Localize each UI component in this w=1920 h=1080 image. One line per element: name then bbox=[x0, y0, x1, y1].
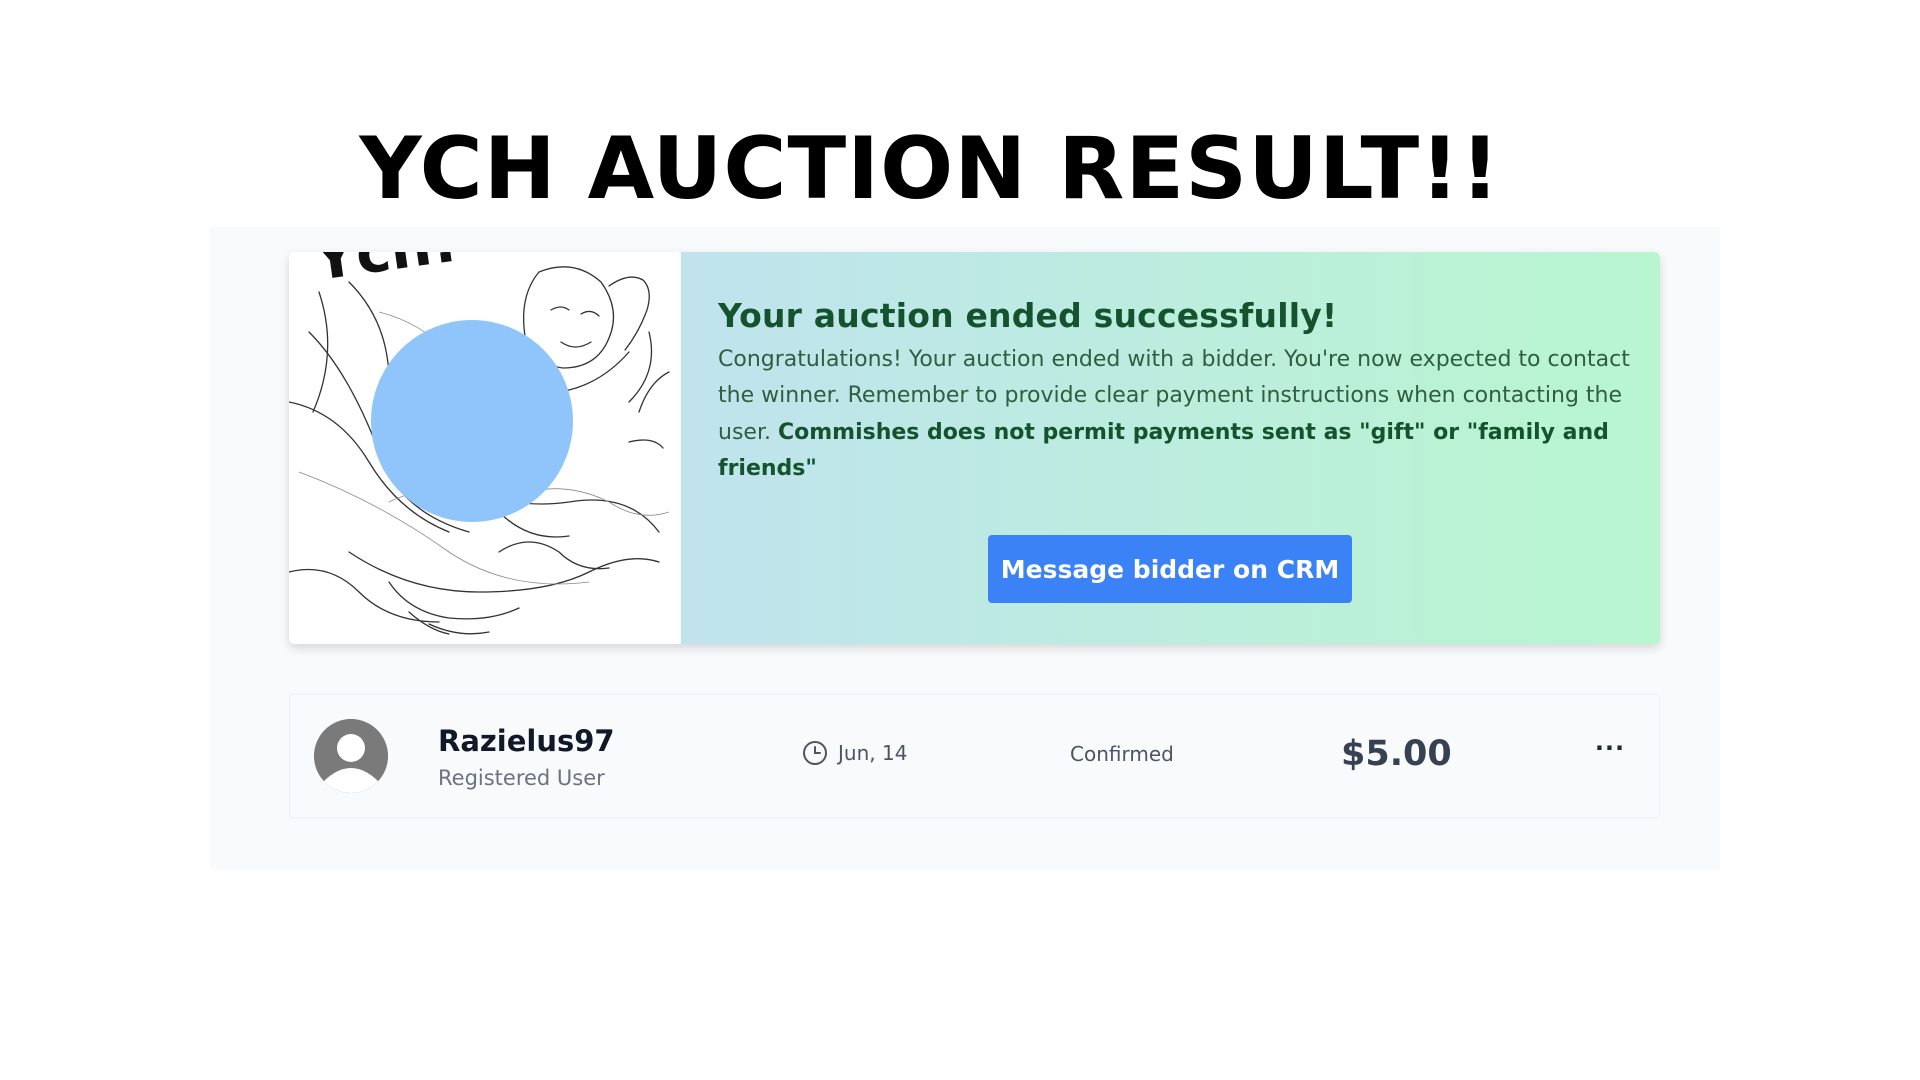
more-options-icon[interactable]: ··· bbox=[1590, 733, 1630, 763]
page: YCH AUCTION RESULT!! Ych! bbox=[0, 0, 1920, 1080]
message-bidder-button[interactable]: Message bidder on CRM bbox=[988, 535, 1352, 603]
bidder-role: Registered User bbox=[438, 766, 605, 790]
artwork-thumbnail[interactable]: Ych! bbox=[289, 252, 681, 644]
headline: YCH AUCTION RESULT!! bbox=[359, 119, 1501, 219]
bid-amount: $5.00 bbox=[1341, 734, 1452, 774]
result-message: Congratulations! Your auction ended with… bbox=[718, 342, 1638, 488]
censor-dot bbox=[371, 320, 573, 522]
user-avatar-icon[interactable] bbox=[314, 719, 388, 793]
ych-sketch-label: Ych! bbox=[308, 252, 461, 294]
bid-row[interactable]: Razielus97 Registered User Jun, 14 Confi… bbox=[289, 694, 1660, 818]
auction-panel: Ych! bbox=[210, 227, 1720, 870]
bid-date: Jun, 14 bbox=[802, 740, 907, 766]
bidder-name[interactable]: Razielus97 bbox=[438, 724, 615, 758]
result-message-area: Your auction ended successfully! Congrat… bbox=[681, 252, 1660, 644]
clock-icon bbox=[803, 741, 827, 765]
bid-status: Confirmed bbox=[1070, 742, 1174, 766]
auction-result-card: Ych! bbox=[289, 252, 1660, 644]
bid-date-text: Jun, 14 bbox=[838, 741, 908, 765]
result-message-warning: Commishes does not permit payments sent … bbox=[718, 419, 1609, 482]
avatar-silhouette bbox=[314, 719, 388, 793]
result-title: Your auction ended successfully! bbox=[718, 296, 1338, 335]
